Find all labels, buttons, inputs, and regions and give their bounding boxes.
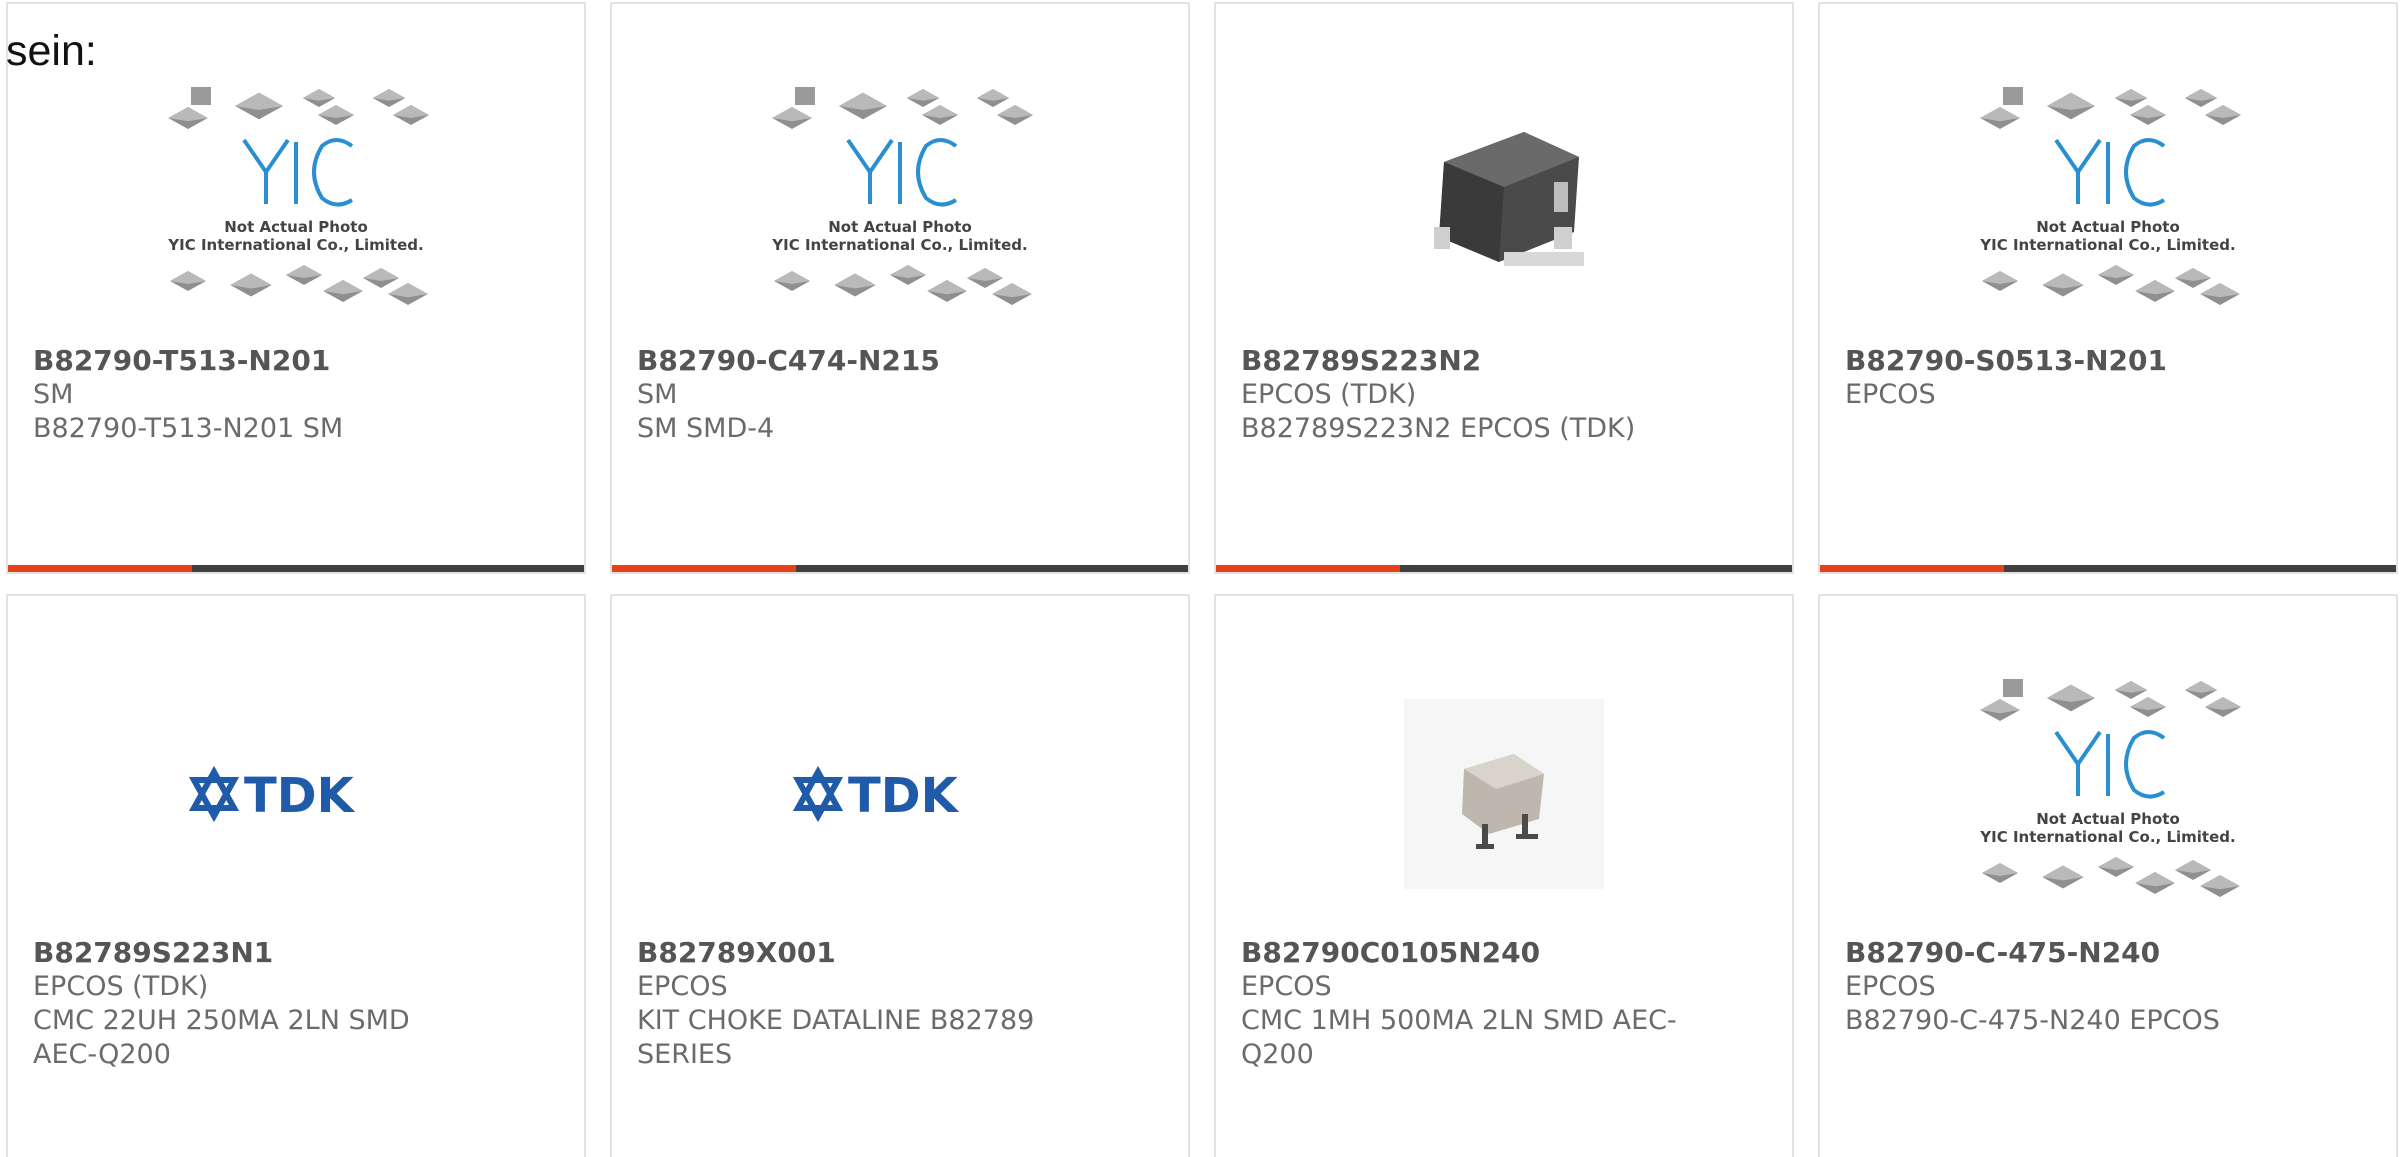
tdk-emblem-icon: [188, 765, 240, 822]
yic-logo: [2054, 137, 2166, 206]
yic-logo: [242, 137, 354, 206]
part-number[interactable]: B82790-C-475-N240: [1845, 936, 2295, 970]
manufacturer: SM: [33, 379, 74, 410]
intro-text: sein:: [6, 27, 97, 75]
description: B82789S223N2 EPCOS (TDK): [1241, 413, 1636, 444]
tdk-logo-image: TDK: [612, 656, 1188, 931]
part-number[interactable]: B82789S223N2: [1241, 344, 1691, 378]
description: B82790-C-475-N240 EPCOS: [1845, 1005, 2220, 1036]
yic-logo: [2054, 729, 2166, 798]
tdk-logo-image: TDK: [8, 656, 584, 931]
product-card[interactable]: TDK B82789S223N1 EPCOS (TDK) CMC 22UH 25…: [6, 594, 586, 1157]
description: CMC 22UH 250MA 2LN SMD AEC-Q200: [33, 1005, 410, 1070]
manufacturer: SM: [637, 379, 678, 410]
placeholder-line2: YIC International Co., Limited.: [1979, 236, 2235, 254]
product-card[interactable]: Not Actual Photo YIC International Co., …: [610, 2, 1190, 574]
manufacturer: EPCOS: [1241, 971, 1332, 1002]
product-card[interactable]: B82789S223N2 EPCOS (TDK) B82789S223N2 EP…: [1214, 2, 1794, 574]
tdk-logo-text: TDK: [848, 768, 960, 824]
yic-placeholder-image: Not Actual Photo YIC International Co., …: [612, 64, 1188, 339]
placeholder-line2: YIC International Co., Limited.: [1979, 828, 2235, 846]
part-number[interactable]: B82790C0105N240: [1241, 936, 1691, 970]
yic-placeholder-image: Not Actual Photo YIC International Co., …: [1820, 656, 2396, 931]
manufacturer: EPCOS: [1845, 379, 1936, 410]
description: SM SMD-4: [637, 413, 775, 444]
inductor-photo: [1216, 64, 1792, 339]
yic-placeholder-image: Not Actual Photo YIC International Co., …: [8, 64, 584, 339]
card-bottom-bar: [8, 565, 584, 572]
part-number[interactable]: B82790-T513-N201: [33, 344, 483, 378]
placeholder-line1: Not Actual Photo: [224, 218, 368, 236]
card-bottom-bar: [1820, 565, 2396, 572]
product-card[interactable]: B82790C0105N240 EPCOS CMC 1MH 500MA 2LN …: [1214, 594, 1794, 1157]
yic-logo: [846, 137, 958, 206]
description: CMC 1MH 500MA 2LN SMD AEC-Q200: [1241, 1005, 1677, 1070]
card-bottom-bar: [612, 565, 1188, 572]
product-card[interactable]: TDK B82789X001 EPCOS KIT CHOKE DATALINE …: [610, 594, 1190, 1157]
description: KIT CHOKE DATALINE B82789 SERIES: [637, 1005, 1035, 1070]
placeholder-line2: YIC International Co., Limited.: [771, 236, 1027, 254]
manufacturer: EPCOS (TDK): [1241, 379, 1417, 410]
description: B82790-T513-N201 SM: [33, 413, 344, 444]
manufacturer: EPCOS: [637, 971, 728, 1002]
product-listing-page: Not Actual Photo YIC International Co., …: [0, 0, 2400, 1157]
manufacturer: EPCOS (TDK): [33, 971, 209, 1002]
placeholder-line2: YIC International Co., Limited.: [167, 236, 423, 254]
product-card[interactable]: Not Actual Photo YIC International Co., …: [6, 2, 586, 574]
placeholder-line1: Not Actual Photo: [2036, 810, 2180, 828]
part-number[interactable]: B82789S223N1: [33, 936, 483, 970]
yic-placeholder-image: Not Actual Photo YIC International Co., …: [1820, 64, 2396, 339]
choke-photo: [1216, 656, 1792, 931]
product-card[interactable]: Not Actual Photo YIC International Co., …: [1818, 2, 2398, 574]
tdk-logo-text: TDK: [244, 768, 356, 824]
card-bottom-bar: [1216, 565, 1792, 572]
product-card[interactable]: Not Actual Photo YIC International Co., …: [1818, 594, 2398, 1157]
part-number[interactable]: B82789X001: [637, 936, 1087, 970]
product-grid: Not Actual Photo YIC International Co., …: [6, 2, 2398, 1157]
part-number[interactable]: B82790-C474-N215: [637, 344, 1087, 378]
placeholder-line1: Not Actual Photo: [828, 218, 972, 236]
part-number[interactable]: B82790-S0513-N201: [1845, 344, 2295, 378]
tdk-emblem-icon: [792, 765, 844, 822]
manufacturer: EPCOS: [1845, 971, 1936, 1002]
placeholder-line1: Not Actual Photo: [2036, 218, 2180, 236]
